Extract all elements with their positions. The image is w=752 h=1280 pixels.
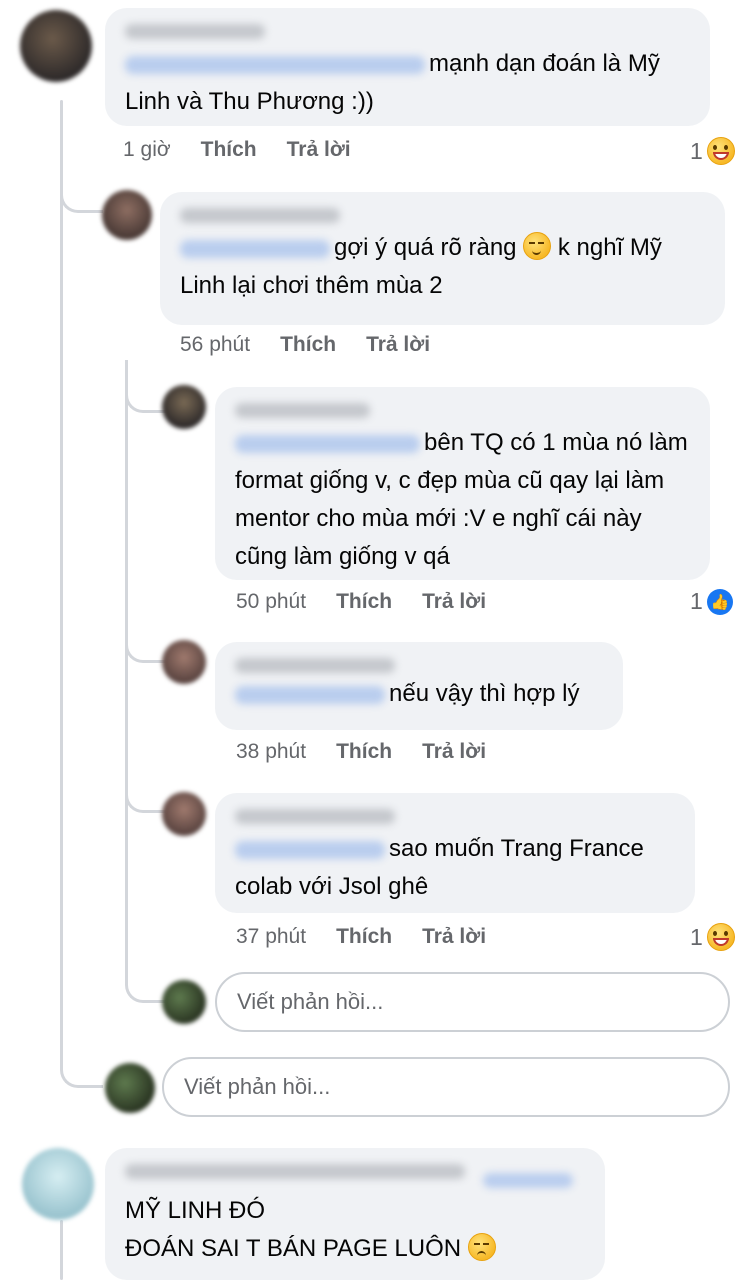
like-button[interactable]: Thích [336, 590, 392, 614]
comment-actions: 56 phút Thích Trả lời [180, 333, 430, 357]
avatar[interactable] [162, 385, 206, 429]
comment-text: gợi ý quá rõ ràng k nghĩ Mỹ Linh lại chơ… [180, 232, 662, 299]
avatar[interactable] [162, 640, 206, 684]
comment-text: mạnh dạn đoán là Mỹ Linh và Thu Phương :… [125, 50, 660, 115]
thread-connector [125, 760, 166, 813]
like-icon: 👍 [706, 588, 733, 615]
comment-bubble: gợi ý quá rõ ràng k nghĩ Mỹ Linh lại chơ… [160, 192, 725, 325]
comment-time[interactable]: 37 phút [236, 925, 306, 949]
comment-actions: 38 phút Thích Trả lời [236, 740, 486, 764]
comment-text: bên TQ có 1 mùa nó làm format giống v, c… [235, 429, 688, 570]
mention-tag[interactable] [235, 434, 420, 453]
comment-time[interactable]: 50 phút [236, 590, 306, 614]
thread-connector [60, 1020, 103, 1088]
comment-bubble: mạnh dạn đoán là Mỹ Linh và Thu Phương :… [105, 8, 710, 126]
thread-connector [125, 610, 166, 663]
comment-bubble: sao muốn Trang France colab với Jsol ghê [215, 793, 695, 913]
like-button[interactable]: Thích [336, 925, 392, 949]
avatar [162, 980, 206, 1024]
mention-tag[interactable] [235, 685, 385, 704]
reply-input[interactable]: Viết phản hồi... [162, 1057, 730, 1117]
mention-tag[interactable] [180, 239, 330, 258]
author-name[interactable] [125, 1164, 465, 1179]
thread-connector [125, 360, 166, 413]
comment-time[interactable]: 38 phút [236, 740, 306, 764]
author-name[interactable] [235, 809, 395, 824]
comment-actions: 50 phút Thích Trả lời [236, 590, 486, 614]
reply-input[interactable]: Viết phản hồi... [215, 972, 730, 1032]
mention-tag[interactable] [235, 840, 385, 859]
thread-line-sub [125, 360, 128, 960]
reply-button[interactable]: Trả lời [422, 925, 486, 949]
comment-actions: 37 phút Thích Trả lời [236, 925, 486, 949]
grin-icon [706, 923, 735, 951]
avatar[interactable] [162, 792, 206, 836]
grin-icon [706, 137, 735, 165]
avatar[interactable] [102, 190, 152, 240]
reaction-count[interactable]: 1 [690, 923, 735, 951]
author-name[interactable] [235, 658, 395, 673]
reaction-count[interactable]: 1 👍 [690, 588, 733, 615]
reply-button[interactable]: Trả lời [422, 740, 486, 764]
author-name[interactable] [125, 24, 265, 39]
follow-badge[interactable] [483, 1173, 574, 1189]
reply-button[interactable]: Trả lời [422, 590, 486, 614]
comment-text: nếu vậy thì hợp lý [235, 679, 603, 709]
comment-time[interactable]: 1 giờ [123, 138, 171, 162]
mention-tag[interactable] [125, 55, 425, 74]
reply-button[interactable]: Trả lời [287, 138, 351, 162]
avatar[interactable] [22, 1148, 94, 1220]
reaction-count[interactable]: 1 [690, 137, 735, 165]
relieved-face-icon [523, 232, 552, 260]
comment-text: sao muốn Trang France colab với Jsol ghê [235, 835, 644, 900]
comment-text: MỸ LINH ĐÓ ĐOÁN SAI T BÁN PAGE LUÔN [125, 1192, 585, 1268]
like-button[interactable]: Thích [280, 333, 336, 357]
avatar[interactable] [20, 10, 92, 82]
comment-time[interactable]: 56 phút [180, 333, 250, 357]
thread-connector [60, 150, 103, 213]
like-button[interactable]: Thích [336, 740, 392, 764]
thread-connector [125, 950, 166, 1003]
comment-bubble: MỸ LINH ĐÓ ĐOÁN SAI T BÁN PAGE LUÔN [105, 1148, 605, 1280]
reply-button[interactable]: Trả lời [366, 333, 430, 357]
comment-bubble: bên TQ có 1 mùa nó làm format giống v, c… [215, 387, 710, 580]
author-name[interactable] [180, 208, 340, 223]
thread-line-main [60, 210, 63, 1030]
thread-line-main [60, 1220, 63, 1280]
avatar [105, 1063, 155, 1113]
comment-bubble: nếu vậy thì hợp lý [215, 642, 623, 730]
disappointed-face-icon [467, 1233, 496, 1261]
like-button[interactable]: Thích [201, 138, 257, 162]
author-name[interactable] [235, 403, 370, 418]
comment-actions: 1 giờ Thích Trả lời [123, 138, 351, 162]
